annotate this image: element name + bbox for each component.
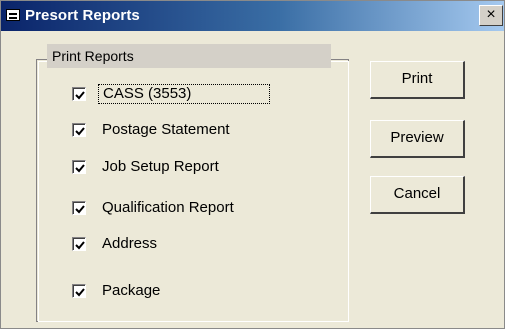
checkbox-label: Job Setup Report: [102, 158, 219, 175]
checkmark-icon[interactable]: [72, 87, 86, 101]
group-legend: Print Reports: [47, 44, 331, 68]
checkbox-label: Qualification Report: [102, 199, 234, 216]
checkbox-label: Address: [102, 235, 158, 252]
preview-button[interactable]: Preview: [370, 120, 465, 158]
print-button[interactable]: Print: [370, 61, 465, 99]
checkmark-icon[interactable]: [72, 284, 86, 298]
checkbox-label: CASS (3553): [103, 85, 192, 102]
checkmark-icon[interactable]: [72, 237, 86, 251]
form-icon: [6, 9, 20, 21]
checkmark-icon[interactable]: [72, 160, 86, 174]
checkmark-icon[interactable]: [72, 201, 86, 215]
checkbox-label: Package: [102, 282, 161, 299]
window-title: Presort Reports: [25, 7, 140, 24]
cancel-button[interactable]: Cancel: [370, 176, 465, 214]
checkbox-label: Postage Statement: [102, 121, 230, 138]
checkmark-icon[interactable]: [72, 123, 86, 137]
close-button[interactable]: ×: [479, 5, 503, 26]
presort-reports-dialog: Presort Reports × Print Reports CASS (35…: [0, 0, 505, 329]
title-bar[interactable]: Presort Reports ×: [1, 1, 504, 31]
